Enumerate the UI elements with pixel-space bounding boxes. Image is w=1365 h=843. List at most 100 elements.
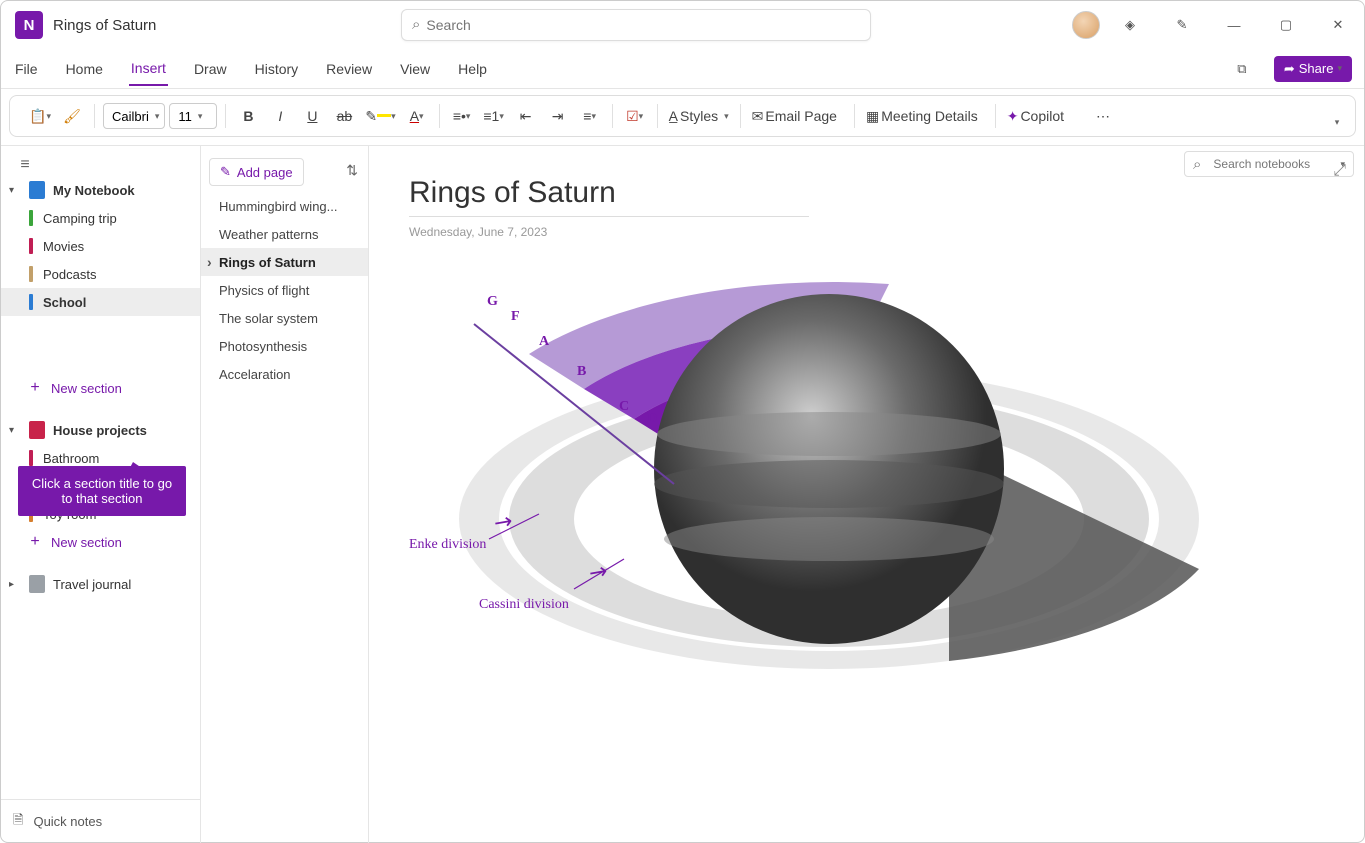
- section-color-icon: [29, 238, 33, 254]
- minimize-button[interactable]: —: [1212, 9, 1256, 41]
- nav-toggle-icon[interactable]: ≡: [11, 151, 39, 179]
- bullets-button[interactable]: ≡•▾: [448, 102, 476, 130]
- align-button[interactable]: ≡▾: [576, 102, 604, 130]
- page-item[interactable]: Hummingbird wing...: [201, 192, 368, 220]
- notebook-label: House projects: [53, 423, 147, 438]
- menu-history[interactable]: History: [253, 53, 301, 85]
- title-rule: [409, 216, 809, 217]
- styles-icon: A̲: [669, 108, 678, 124]
- add-page-label: Add page: [237, 165, 293, 180]
- paste-button[interactable]: 📋▾: [26, 102, 54, 130]
- page-item[interactable]: Photosynthesis: [201, 332, 368, 360]
- styles-label: Styles: [678, 108, 724, 124]
- ring-label-b: B: [577, 364, 586, 380]
- menu-review[interactable]: Review: [324, 53, 374, 85]
- notebook-my-notebook[interactable]: ▾ My Notebook: [1, 176, 200, 204]
- sort-pages-button[interactable]: ⇅: [346, 162, 358, 179]
- section-color-icon: [29, 266, 33, 282]
- coach-tooltip: Click a section title to go to that sect…: [18, 466, 186, 516]
- font-size-value: 11: [178, 109, 192, 124]
- menu-insert[interactable]: Insert: [129, 52, 168, 86]
- pages-panel: ⇅ ✎ Add page Hummingbird wing... Weather…: [201, 146, 369, 843]
- menu-view[interactable]: View: [398, 53, 432, 85]
- menu-draw[interactable]: Draw: [192, 53, 229, 85]
- search-input[interactable]: [426, 17, 860, 33]
- saturn-illustration: G F A B C D ↗ Enke division ↗ Cassini di…: [409, 269, 1209, 709]
- share-button[interactable]: ➦ Share ▾: [1274, 56, 1352, 82]
- ink-icon[interactable]: ✎: [1160, 9, 1204, 41]
- font-name-combo[interactable]: Cailbri▾: [103, 103, 165, 129]
- section-camping-trip[interactable]: Camping trip: [1, 204, 200, 232]
- ring-label-d: D: [647, 411, 657, 427]
- expand-page-icon[interactable]: ⤢: [1333, 162, 1346, 180]
- menu-help[interactable]: Help: [456, 53, 489, 85]
- format-painter-button[interactable]: 🖌: [58, 102, 86, 130]
- compose-icon: ✎: [220, 164, 231, 180]
- section-label: Camping trip: [43, 211, 117, 226]
- styles-button[interactable]: A̲Styles▾: [666, 102, 732, 130]
- ribbon-expand-button[interactable]: ▾: [1323, 108, 1351, 136]
- section-school[interactable]: School: [1, 288, 200, 316]
- global-search[interactable]: [401, 9, 871, 41]
- page-title[interactable]: Rings of Saturn: [409, 176, 1324, 210]
- page-item[interactable]: Physics of flight: [201, 276, 368, 304]
- highlight-button[interactable]: ✎▾: [362, 102, 398, 130]
- share-icon: ➦: [1284, 61, 1295, 77]
- notebook-icon: [29, 575, 45, 593]
- notebook-travel-journal[interactable]: ▸ Travel journal: [1, 570, 200, 598]
- notebook-house-projects[interactable]: ▾ House projects: [1, 416, 200, 444]
- numbering-button[interactable]: ≡1▾: [480, 102, 508, 130]
- notebook-icon: [29, 181, 45, 199]
- indent-button[interactable]: ⇥: [544, 102, 572, 130]
- menu-bar: File Home Insert Draw History Review Vie…: [1, 49, 1364, 89]
- notebook-label: My Notebook: [53, 183, 135, 198]
- window-title: Rings of Saturn: [53, 17, 156, 34]
- new-section-button[interactable]: + New section: [1, 528, 200, 556]
- menu-home[interactable]: Home: [64, 53, 105, 85]
- plus-icon: +: [29, 533, 41, 551]
- page-date: Wednesday, June 7, 2023: [409, 225, 1324, 239]
- close-button[interactable]: ✕: [1316, 9, 1360, 41]
- ring-label-f: F: [511, 309, 520, 325]
- page-item[interactable]: The solar system: [201, 304, 368, 332]
- page-item[interactable]: Weather patterns: [201, 220, 368, 248]
- premium-icon[interactable]: ◈: [1108, 9, 1152, 41]
- page-canvas[interactable]: ⤢ Rings of Saturn Wednesday, June 7, 202…: [369, 146, 1364, 843]
- more-button[interactable]: ⋯: [1089, 102, 1117, 130]
- add-page-button[interactable]: ✎ Add page: [209, 158, 304, 186]
- page-item[interactable]: Accelaration: [201, 360, 368, 388]
- chevron-down-icon: ▾: [1337, 63, 1342, 74]
- menu-file[interactable]: File: [13, 53, 40, 85]
- quick-notes-button[interactable]: 🗎 Quick notes: [1, 799, 200, 843]
- envelope-icon: ✉: [752, 108, 764, 125]
- section-movies[interactable]: Movies: [1, 232, 200, 260]
- share-label: Share: [1299, 61, 1334, 76]
- underline-button[interactable]: U: [298, 102, 326, 130]
- strikethrough-button[interactable]: ab: [330, 102, 358, 130]
- email-page-button[interactable]: ✉Email Page: [749, 102, 846, 130]
- user-avatar[interactable]: [1072, 11, 1100, 39]
- outdent-button[interactable]: ⇤: [512, 102, 540, 130]
- copilot-button[interactable]: ✦Copilot: [1004, 102, 1073, 130]
- maximize-button[interactable]: ▢: [1264, 9, 1308, 41]
- meeting-label: Meeting Details: [879, 108, 984, 124]
- section-podcasts[interactable]: Podcasts: [1, 260, 200, 288]
- section-label: Movies: [43, 239, 84, 254]
- fullscreen-toggle-icon[interactable]: ⧉: [1220, 53, 1264, 85]
- meeting-details-button[interactable]: ▦Meeting Details: [863, 102, 987, 130]
- font-color-button[interactable]: A▾: [403, 102, 431, 130]
- annotation-cassini: Cassini division: [479, 597, 569, 613]
- todo-tag-button[interactable]: ☑▾: [621, 102, 649, 130]
- section-label: Podcasts: [43, 267, 96, 282]
- notebook-label: Travel journal: [53, 577, 131, 592]
- new-section-label: New section: [51, 535, 122, 550]
- bold-button[interactable]: B: [234, 102, 262, 130]
- italic-button[interactable]: I: [266, 102, 294, 130]
- page-item[interactable]: Rings of Saturn: [201, 248, 368, 276]
- new-section-label: New section: [51, 381, 122, 396]
- app-icon: N: [15, 11, 43, 39]
- copilot-label: Copilot: [1018, 108, 1070, 124]
- font-size-combo[interactable]: 11▾: [169, 103, 217, 129]
- font-name-value: Cailbri: [112, 109, 149, 124]
- new-section-button[interactable]: +New section: [1, 374, 200, 402]
